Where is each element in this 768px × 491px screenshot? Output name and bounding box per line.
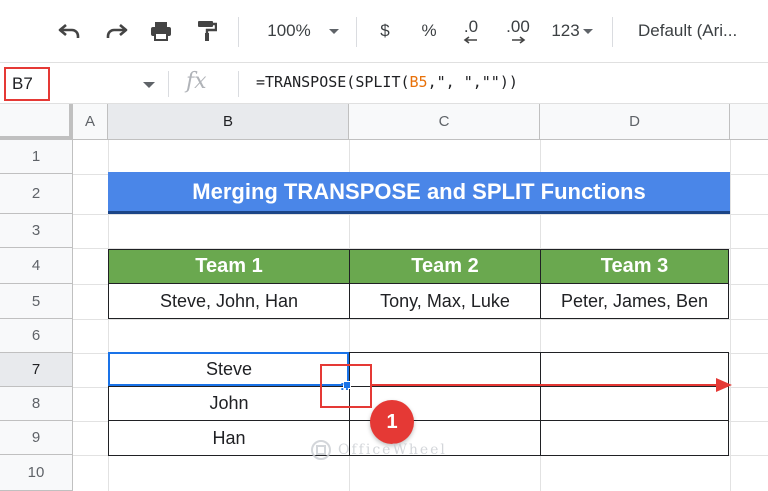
fill-handle-cursor: :: [340, 377, 350, 393]
paint-format-icon[interactable] [190, 14, 224, 48]
increase-decimal-label: .00 [506, 17, 530, 36]
row-header-9[interactable]: 9 [0, 421, 73, 455]
undo-icon[interactable] [52, 14, 86, 48]
active-cell-selection [108, 352, 349, 386]
title-cell[interactable]: Merging TRANSPOSE and SPLIT Functions [108, 172, 730, 214]
row-header-10[interactable]: 10 [0, 455, 73, 491]
name-box-value: B7 [12, 74, 33, 93]
column-header-a[interactable]: A [73, 104, 108, 140]
row-header-7[interactable]: 7 [0, 353, 73, 387]
toolbar-separator [356, 17, 357, 47]
toolbar: 100% $ % .0 .00 123 Default (Ari... [0, 0, 768, 62]
row-header-3[interactable]: 3 [0, 214, 73, 248]
formula-bar-separator [168, 71, 169, 97]
gridline [73, 214, 768, 215]
percent-button[interactable]: % [416, 14, 442, 48]
toolbar-separator [238, 17, 239, 47]
column-header-c[interactable]: C [349, 104, 540, 140]
annotation-arrow [372, 384, 720, 386]
decrease-decimal-button[interactable]: .0 [456, 14, 486, 48]
arrow-left-icon [463, 36, 477, 44]
result-cell-d7[interactable] [540, 352, 729, 387]
formula-bar: B7 fx =TRANSPOSE(SPLIT(B5,", ","")) [0, 62, 768, 104]
row-header-1[interactable]: 1 [0, 140, 73, 174]
function-icon: fx [186, 69, 207, 94]
currency-label: $ [380, 21, 390, 40]
row-header-6[interactable]: 6 [0, 319, 73, 353]
team1-members-cell[interactable]: Steve, John, Han [108, 283, 350, 319]
result-cell-d9[interactable] [540, 420, 729, 456]
zoom-value: 100% [267, 21, 311, 40]
formula-bar-separator [238, 71, 239, 97]
redo-icon[interactable] [100, 14, 134, 48]
watermark: OfficeWheel [310, 439, 447, 461]
watermark-text: OfficeWheel [338, 442, 447, 458]
font-value: Default (Ari... [638, 21, 738, 40]
team3-header-cell[interactable]: Team 3 [540, 249, 729, 284]
result-cell-c7[interactable] [349, 352, 541, 387]
formula-input[interactable]: =TRANSPOSE(SPLIT(B5,", ","")) [256, 73, 518, 91]
more-formats-label: 123 [551, 21, 580, 40]
team2-members-cell[interactable]: Tony, Max, Luke [349, 283, 541, 319]
row-header-4[interactable]: 4 [0, 248, 73, 284]
formula-text-suffix: ,", ","")) [427, 73, 518, 91]
dropdown-caret-icon [328, 28, 339, 34]
spreadsheet-grid: A B C D 1 2 3 4 5 6 7 8 9 10 Merging TRA… [0, 104, 768, 491]
arrow-right-icon [512, 36, 526, 44]
dropdown-caret-icon [582, 28, 593, 34]
decrease-decimal-label: .0 [463, 17, 479, 36]
gridline [73, 319, 768, 320]
arrow-head-icon [716, 378, 732, 392]
column-header-e[interactable] [730, 104, 768, 140]
zoom-select[interactable]: 100% [258, 14, 348, 48]
team1-header-cell[interactable]: Team 1 [108, 249, 350, 284]
result-cell-b8[interactable]: John [108, 386, 350, 421]
row-header-8[interactable]: 8 [0, 387, 73, 421]
percent-label: % [421, 21, 437, 40]
column-header-d[interactable]: D [540, 104, 730, 140]
name-box[interactable]: B7 [4, 67, 50, 101]
team3-members-cell[interactable]: Peter, James, Ben [540, 283, 729, 319]
row-header-2[interactable]: 2 [0, 174, 73, 214]
print-icon[interactable] [144, 14, 178, 48]
column-header-b[interactable]: B [108, 104, 349, 140]
formula-cell-reference: B5 [409, 73, 428, 91]
font-select[interactable]: Default (Ari... [628, 14, 768, 48]
increase-decimal-button[interactable]: .00 [500, 14, 536, 48]
step-badge: 1 [370, 400, 414, 444]
dropdown-caret-icon[interactable] [143, 82, 155, 88]
row-header-5[interactable]: 5 [0, 284, 73, 319]
more-formats-button[interactable]: 123 [546, 14, 598, 48]
formula-text-prefix: =TRANSPOSE(SPLIT( [256, 73, 410, 91]
toolbar-separator [612, 17, 613, 47]
gridline [730, 140, 731, 491]
result-cell-d8[interactable] [540, 386, 729, 421]
team2-header-cell[interactable]: Team 2 [349, 249, 541, 284]
select-all-corner[interactable] [0, 104, 73, 140]
currency-button[interactable]: $ [372, 14, 398, 48]
watermark-logo-icon [311, 440, 331, 460]
